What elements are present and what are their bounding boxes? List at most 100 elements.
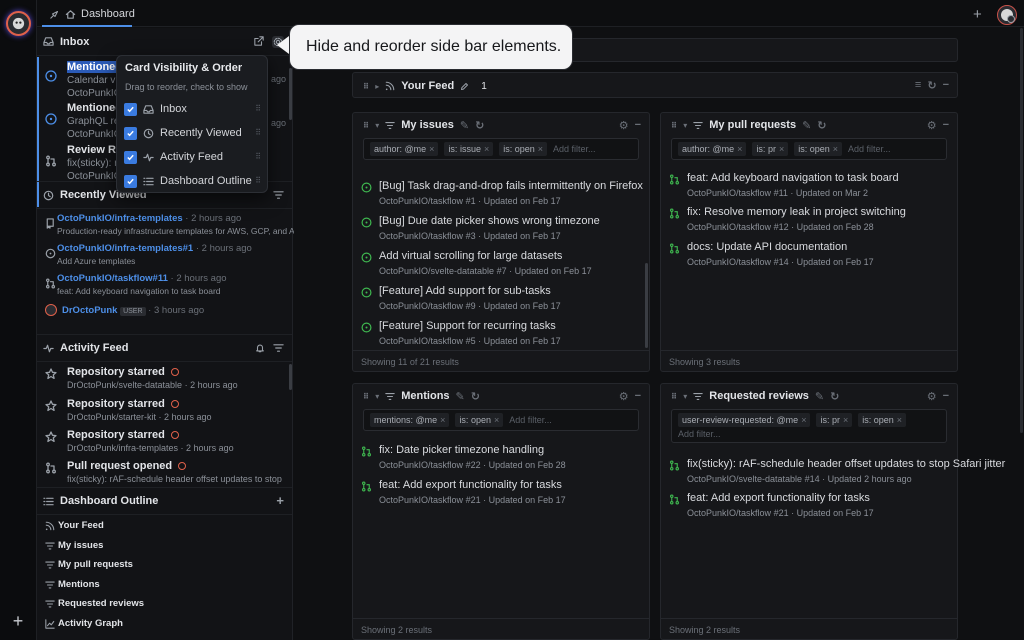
filter-chip[interactable]: is: pr × xyxy=(816,413,853,427)
list-item[interactable]: feat: Add keyboard navigation to task bo… xyxy=(669,172,949,204)
list-item[interactable]: Add virtual scrolling for large datasets… xyxy=(361,250,641,282)
recent-item[interactable]: OctoPunkIO/taskflow#11 · 2 hours ago fea… xyxy=(37,272,292,298)
your-feed-card[interactable]: ⠿ ▸ Your Feed 1 ≡ ↻ − xyxy=(352,72,958,98)
filter-input[interactable]: Add filter... xyxy=(678,429,721,439)
filter-chip[interactable]: is: issue × xyxy=(444,142,494,156)
bell-icon[interactable] xyxy=(255,343,265,353)
filter-chip[interactable]: is: pr × xyxy=(752,142,789,156)
chevron-right-icon[interactable]: ▸ xyxy=(375,82,379,91)
external-link-icon[interactable] xyxy=(254,36,264,48)
activity-item[interactable]: Pull request opened fix(sticky): rAF-sch… xyxy=(37,460,292,490)
drag-handle-icon[interactable]: ⠿ xyxy=(255,128,261,137)
outline-item[interactable]: Activity Graph xyxy=(37,616,292,634)
checkbox[interactable] xyxy=(124,102,137,116)
recent-item[interactable]: DrOctoPunk USER · 3 hours ago xyxy=(37,303,292,321)
more-icon[interactable]: − xyxy=(635,390,641,403)
filter-icon[interactable]: ≡ xyxy=(915,79,921,92)
list-item[interactable]: fix(sticky): rAF-schedule header offset … xyxy=(669,458,1005,490)
drag-handle-icon[interactable]: ⠿ xyxy=(255,152,261,161)
more-icon[interactable]: − xyxy=(635,119,641,132)
filter-icon[interactable] xyxy=(273,190,284,200)
edit-icon[interactable]: ✎ xyxy=(802,119,811,132)
filter-chip[interactable]: author: @me × xyxy=(678,142,747,156)
drag-handle-icon[interactable]: ⠿ xyxy=(363,82,369,91)
chevron-down-icon[interactable]: ▾ xyxy=(683,121,687,130)
refresh-icon[interactable]: ↻ xyxy=(927,79,936,92)
main-scrollbar[interactable] xyxy=(1020,28,1023,433)
activity-item[interactable]: Repository starred DrOctoPunk/svelte-dat… xyxy=(37,366,292,396)
drag-handle-icon[interactable]: ⠿ xyxy=(671,121,677,130)
add-icon[interactable]: + xyxy=(8,611,28,631)
list-item[interactable]: feat: Add export functionality for tasks… xyxy=(361,479,641,511)
filter-input[interactable]: Add filter... xyxy=(553,144,596,154)
activity-scrollbar[interactable] xyxy=(289,364,292,390)
list-item[interactable]: fix: Resolve memory leak in project swit… xyxy=(669,206,949,238)
card-scrollbar[interactable] xyxy=(645,263,648,348)
more-icon[interactable]: − xyxy=(943,119,949,132)
list-item[interactable]: [Bug] Task drag-and-drop fails intermitt… xyxy=(361,180,643,212)
filter-bar[interactable]: user-review-requested: @me × is: pr × is: … xyxy=(671,409,947,443)
gear-icon[interactable]: ⚙ xyxy=(927,119,937,132)
drag-handle-icon[interactable]: ⠿ xyxy=(255,176,261,185)
refresh-icon[interactable]: ↻ xyxy=(830,390,839,403)
recent-item[interactable]: OctoPunkIO/infra-templates#1 · 2 hours a… xyxy=(37,242,292,268)
refresh-icon[interactable]: ↻ xyxy=(475,119,484,132)
user-avatar[interactable] xyxy=(6,11,31,36)
filter-bar[interactable]: author: @me × is: pr × is: open × Add filte… xyxy=(671,138,947,160)
filter-bar[interactable]: author: @me × is: issue × is: open × Add fi… xyxy=(363,138,639,160)
outline-item[interactable]: My issues xyxy=(37,538,292,556)
inbox-scrollbar[interactable] xyxy=(289,68,292,120)
more-icon[interactable]: − xyxy=(943,390,949,403)
list-item[interactable]: fix: Date picker timezone handling OctoP… xyxy=(361,444,641,476)
drag-handle-icon[interactable]: ⠿ xyxy=(363,121,369,130)
refresh-icon[interactable]: ↻ xyxy=(471,390,480,403)
filter-chip[interactable]: is: open × xyxy=(858,413,907,427)
filter-bar[interactable]: mentions: @me × is: open × Add filter... xyxy=(363,409,639,431)
filter-chip[interactable]: is: open × xyxy=(794,142,843,156)
list-item[interactable]: [Feature] Add support for sub-tasks Octo… xyxy=(361,285,641,317)
outline-item[interactable]: Mentions xyxy=(37,577,292,595)
gear-icon[interactable]: ⚙ xyxy=(927,390,937,403)
recent-item[interactable]: OctoPunkIO/infra-templates · 2 hours ago… xyxy=(37,212,314,238)
filter-chip[interactable]: user-review-requested: @me × xyxy=(678,413,811,427)
edit-icon[interactable]: ✎ xyxy=(815,390,824,403)
filter-chip[interactable]: is: open × xyxy=(499,142,548,156)
more-icon[interactable]: − xyxy=(943,79,949,92)
list-item[interactable]: docs: Update API documentation OctoPunkI… xyxy=(669,241,949,273)
edit-icon[interactable]: ✎ xyxy=(460,119,469,132)
popover-item-recently-viewed[interactable]: Recently Viewed ⠿ xyxy=(124,124,264,142)
filter-input[interactable]: Add filter... xyxy=(848,144,891,154)
filter-chip[interactable]: is: open × xyxy=(455,413,504,427)
outline-item[interactable]: Your Feed xyxy=(37,518,292,536)
edit-icon[interactable]: ✎ xyxy=(456,390,465,403)
new-tab-button[interactable]: + xyxy=(973,6,982,23)
activity-item[interactable]: Repository starred DrOctoPunk/starter-ki… xyxy=(37,398,292,428)
popover-item-activity-feed[interactable]: Activity Feed ⠿ xyxy=(124,148,264,166)
filter-chip[interactable]: author: @me × xyxy=(370,142,439,156)
activity-item[interactable]: Repository starred DrOctoPunk/infra-temp… xyxy=(37,429,292,459)
outline-item[interactable]: My pull requests xyxy=(37,557,292,575)
drag-handle-icon[interactable]: ⠿ xyxy=(363,392,369,401)
add-icon[interactable]: + xyxy=(276,494,284,507)
gear-icon[interactable]: ⚙ xyxy=(619,390,629,403)
list-item[interactable]: [Bug] Due date picker shows wrong timezo… xyxy=(361,215,641,247)
chevron-down-icon[interactable]: ▾ xyxy=(375,392,379,401)
filter-icon[interactable] xyxy=(273,343,284,353)
tab-dashboard[interactable]: Dashboard xyxy=(42,3,135,27)
chevron-down-icon[interactable]: ▾ xyxy=(375,121,379,130)
list-item[interactable]: feat: Add export functionality for tasks… xyxy=(669,492,949,524)
checkbox[interactable] xyxy=(124,150,137,164)
profile-avatar[interactable] xyxy=(997,5,1017,25)
popover-item-dashboard-outline[interactable]: Dashboard Outline ⠿ xyxy=(124,172,264,190)
edit-icon[interactable] xyxy=(460,82,469,91)
drag-handle-icon[interactable]: ⠿ xyxy=(671,392,677,401)
drag-handle-icon[interactable]: ⠿ xyxy=(255,104,261,113)
checkbox[interactable] xyxy=(124,126,137,140)
list-item[interactable]: [Feature] Support for recurring tasks Oc… xyxy=(361,320,641,352)
chevron-down-icon[interactable]: ▾ xyxy=(683,392,687,401)
filter-chip[interactable]: mentions: @me × xyxy=(370,413,450,427)
outline-item[interactable]: Requested reviews xyxy=(37,596,292,614)
checkbox[interactable] xyxy=(124,174,137,188)
popover-item-inbox[interactable]: Inbox ⠿ xyxy=(124,100,264,118)
filter-input[interactable]: Add filter... xyxy=(509,415,552,425)
